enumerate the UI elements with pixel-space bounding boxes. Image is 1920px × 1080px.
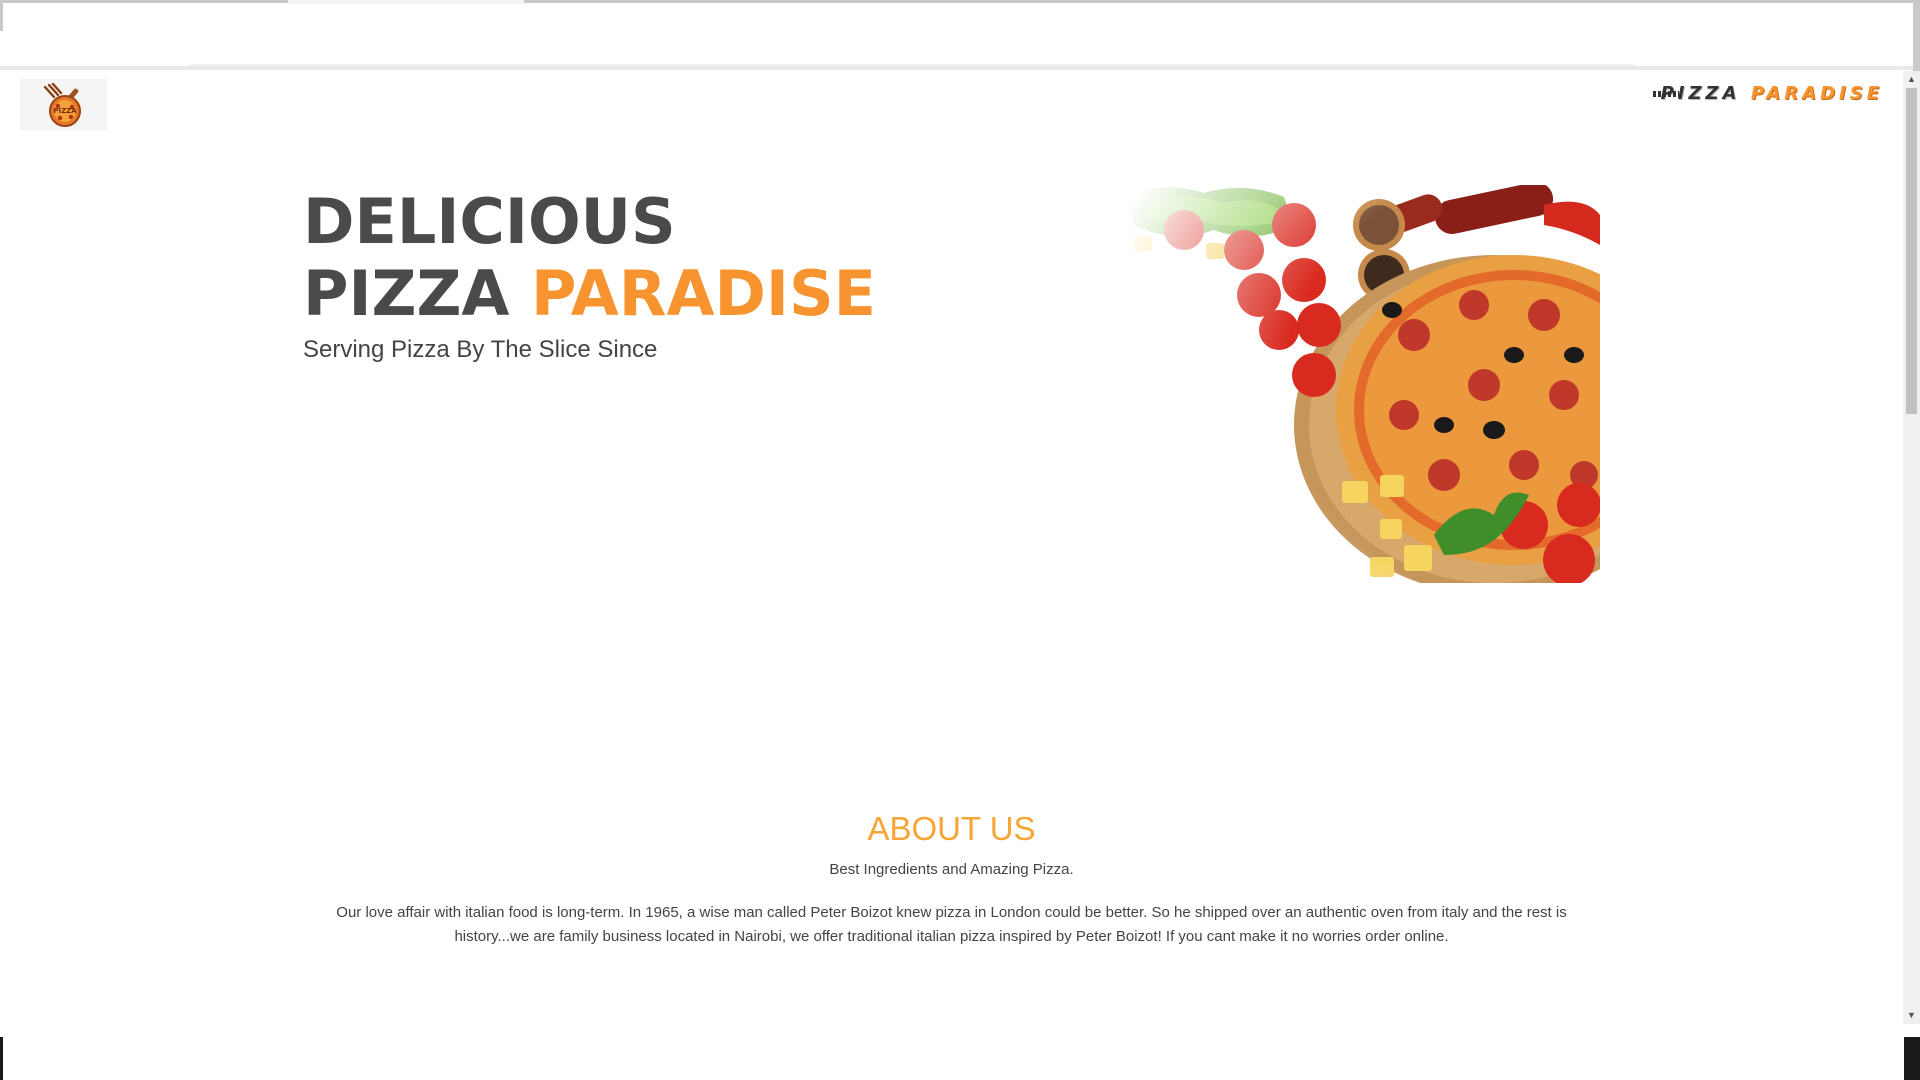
hero-subtitle: Serving Pizza By The Slice Since (303, 336, 658, 363)
hero-title-pizza: PIZZA (303, 257, 510, 330)
brand-wordmark[interactable]: PIZZA PARADISE (1652, 83, 1883, 104)
pizza-logo-icon: PIZZA (43, 82, 81, 127)
brand-word-paradise: PARADISE (1750, 83, 1883, 104)
about-body-text: Our love affair with italian food is lon… (336, 904, 1567, 945)
page-scrollbar[interactable]: ▲ ▼ (1903, 71, 1920, 1024)
about-title: ABOUT US (867, 810, 1036, 847)
scroll-up-arrow-icon[interactable]: ▲ (1903, 71, 1920, 88)
scrollbar-thumb[interactable] (1906, 88, 1917, 414)
hero-title-line1: DELICIOUS (303, 185, 676, 258)
hero-title-paradise: PARADISE (531, 257, 876, 330)
chrome-left-edge (0, 0, 3, 31)
chrome-bottom-border (0, 66, 1913, 70)
site-logo[interactable]: PIZZA (20, 79, 107, 130)
about-tagline: Best Ingredients and Amazing Pizza. (829, 861, 1074, 878)
hero-title: DELICIOUS PIZZA PARADISE (303, 186, 876, 330)
chrome-right-edge (1913, 0, 1920, 71)
page-viewport: PIZZA PIZZA PARADISE DELICIOUS PIZZA PAR… (0, 71, 1903, 1024)
brand-streak-decoration (1652, 91, 1679, 97)
bottom-right-edge (1904, 1037, 1920, 1080)
logo-text: PIZZA (53, 107, 77, 115)
bottom-left-edge (0, 1037, 3, 1080)
bottom-strip (0, 1024, 1920, 1080)
browser-tab[interactable] (288, 0, 524, 4)
hero-pizza-image (1074, 185, 1600, 583)
scroll-down-arrow-icon[interactable]: ▼ (1903, 1007, 1920, 1024)
browser-chrome (0, 0, 1920, 71)
